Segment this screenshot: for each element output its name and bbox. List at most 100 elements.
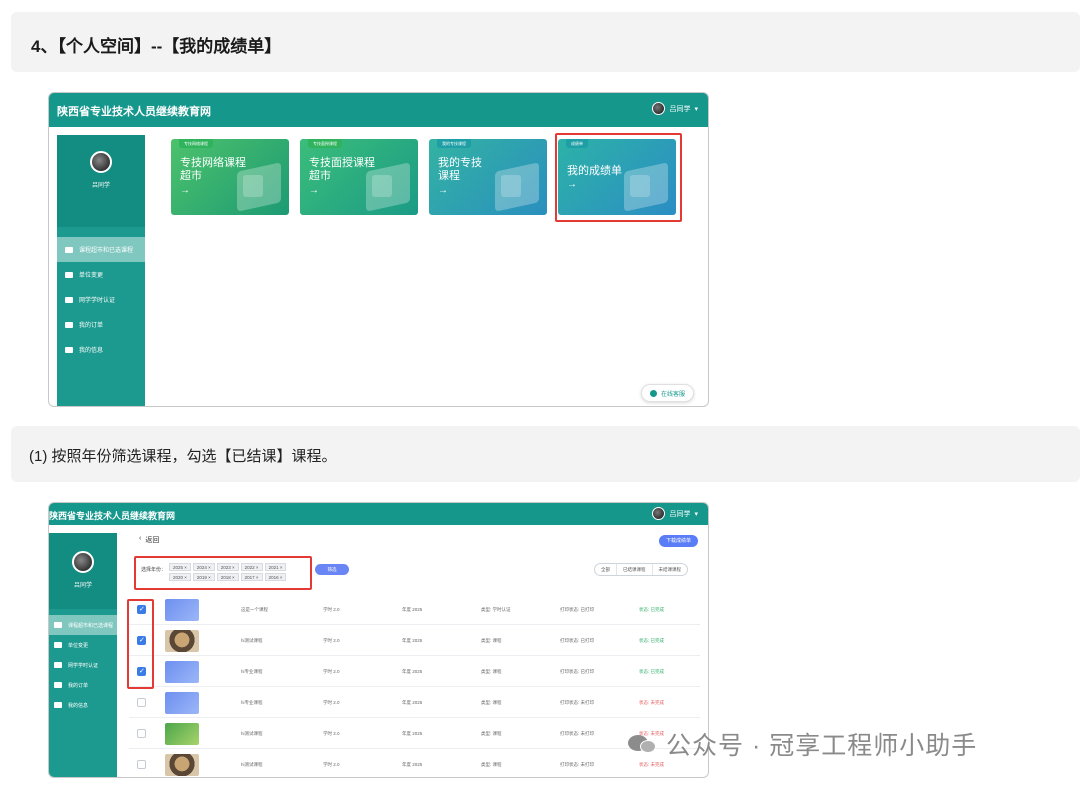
step-heading: 4、【个人空间】--【我的成绩单】 — [11, 12, 1080, 72]
folder-icon — [54, 662, 62, 668]
course-hours: 学时 2.0 — [323, 731, 340, 736]
back-button[interactable]: ‹ 返回 — [139, 535, 159, 545]
user-name: 吕同学 — [669, 510, 691, 518]
sidebar-item-unit-change[interactable]: 单位变更 — [57, 262, 145, 287]
chevron-left-icon: ‹ — [139, 535, 142, 542]
course-thumbnail — [165, 661, 199, 683]
course-status: 状态: 未完成 — [639, 762, 665, 767]
course-year: 年度 2025 — [402, 669, 423, 674]
sidebar-profile: 吕同学 — [49, 533, 117, 609]
print-status: 打印状态: 未打印 — [560, 762, 594, 767]
table-row: hi测试课程 学时 2.0 年度 2025 类型: 课程 打印状态: 未打印 状态: 未完… — [129, 750, 700, 777]
portal-screenshot: 陕西省专业技术人员继续教育网 吕同学 ▾ 吕同学 课程超市和已选课程 单位变更 … — [48, 92, 709, 407]
row-checkbox[interactable] — [137, 698, 146, 707]
course-year: 年度 2025 — [402, 607, 423, 612]
course-thumbnail — [165, 723, 199, 745]
status-segmented-control: 全部 已结课课程 未结课课程 — [594, 563, 688, 576]
avatar-icon — [652, 507, 666, 520]
course-thumbnail — [165, 599, 199, 621]
card-my-courses[interactable]: 我的专技课程 我的专技课程 → — [429, 139, 547, 215]
course-name: 这是一个课程 — [241, 607, 268, 612]
user-menu[interactable]: 吕同学 ▾ — [652, 102, 698, 115]
print-status: 打印状态: 已打印 — [560, 669, 594, 674]
highlight-box — [134, 556, 312, 590]
print-status: 打印状态: 未打印 — [560, 731, 594, 736]
print-status: 打印状态: 已打印 — [560, 607, 594, 612]
segment-finished[interactable]: 已结课课程 — [617, 564, 653, 575]
table-row: hi专业课程 学时 2.0 年度 2025 类型: 课程 打印状态: 已打印 状态: 已完… — [129, 657, 700, 687]
sidebar-item-unit-change[interactable]: 单位变更 — [49, 635, 117, 655]
sidebar-item-hours-cert[interactable]: 网学学时认证 — [57, 287, 145, 312]
course-hours: 学时 2.0 — [323, 700, 340, 705]
arrow-right-icon: → — [309, 185, 319, 196]
course-status: 状态: 未完成 — [639, 700, 665, 705]
table-row: 这是一个课程 学时 2.0 年度 2025 类型: 学时认证 打印状态: 已打印 状态: … — [129, 595, 700, 625]
sidebar-item-courses[interactable]: 课程超市和已选课程 — [49, 615, 117, 635]
card-title: 我的专技课程 — [438, 157, 482, 182]
segment-unfinished[interactable]: 未结课课程 — [653, 564, 688, 575]
segment-all[interactable]: 全部 — [595, 564, 617, 575]
row-checkbox[interactable] — [137, 760, 146, 769]
online-service-button[interactable]: 在线客服 — [640, 384, 694, 402]
folder-icon — [54, 642, 62, 648]
course-status: 状态: 已完成 — [639, 638, 665, 643]
print-status: 打印状态: 已打印 — [560, 638, 594, 643]
course-year: 年度 2025 — [402, 700, 423, 705]
folder-icon — [54, 702, 62, 708]
sidebar-item-hours-cert[interactable]: 网学学时认证 — [49, 655, 117, 675]
card-online-course-market[interactable]: 专技网络课程 专技网络课程超市 → — [171, 139, 289, 215]
sidebar-item-orders[interactable]: 我的订单 — [49, 675, 117, 695]
arrow-right-icon: → — [438, 185, 448, 196]
card-offline-course-market[interactable]: 专技面授课程 专技面授课程超市 → — [300, 139, 418, 215]
card-tag: 专技网络课程 — [179, 139, 213, 148]
sidebar-item-orders[interactable]: 我的订单 — [57, 312, 145, 337]
course-thumbnail — [165, 630, 199, 652]
course-type: 类型: 课程 — [481, 638, 502, 643]
step-heading-text: 4、【个人空间】--【我的成绩单】 — [31, 37, 282, 56]
avatar-icon — [652, 102, 666, 115]
folder-icon — [65, 296, 73, 303]
watermark-text: 公众号 · 冠享工程师小助手 — [666, 732, 978, 760]
transcript-screenshot: 陕西省专业技术人员继续教育网 吕同学 ▾ 吕同学 课程超市和已选课程 单位变更 … — [48, 502, 709, 778]
portal-topbar: 陕西省专业技术人员继续教育网 吕同学 ▾ — [49, 93, 708, 127]
folder-icon — [65, 346, 73, 353]
course-status: 状态: 已完成 — [639, 607, 665, 612]
sidebar-item-profile[interactable]: 我的信息 — [57, 337, 145, 362]
filter-button[interactable]: 筛选 — [315, 564, 349, 575]
course-year: 年度 2025 — [402, 731, 423, 736]
course-name: hi专业课程 — [241, 700, 263, 705]
download-transcript-button[interactable]: 下载成绩单 — [658, 535, 698, 547]
course-status: 状态: 已完成 — [639, 669, 665, 674]
course-name: hi专业课程 — [241, 669, 263, 674]
user-menu[interactable]: 吕同学 ▾ — [652, 507, 698, 520]
watermark: 公众号 · 冠享工程师小助手 — [628, 726, 977, 762]
folder-icon — [65, 246, 73, 253]
highlight-box — [127, 599, 154, 689]
course-name: hi测试课程 — [241, 638, 263, 643]
sidebar-item-courses[interactable]: 课程超市和已选课程 — [57, 237, 145, 262]
course-hours: 学时 2.0 — [323, 638, 340, 643]
course-year: 年度 2025 — [402, 638, 423, 643]
instruction-note: (1) 按照年份筛选课程，勾选【已结课】课程。 — [11, 426, 1080, 482]
site-name: 陕西省专业技术人员继续教育网 — [49, 511, 176, 521]
article-page: 4、【个人空间】--【我的成绩单】 陕西省专业技术人员继续教育网 吕同学 ▾ 吕… — [0, 0, 1080, 786]
row-checkbox[interactable] — [137, 729, 146, 738]
course-name: hi测试课程 — [241, 762, 263, 767]
table-row: hi测试课程 学时 2.0 年度 2025 类型: 课程 打印状态: 已打印 状态: 已完… — [129, 626, 700, 656]
portal-sidebar: 吕同学 课程超市和已选课程 单位变更 网学学时认证 我的订单 我的信息 — [57, 135, 145, 406]
card-illustration — [243, 175, 263, 197]
folder-icon — [65, 321, 73, 328]
card-illustration — [501, 175, 521, 197]
course-name: hi测试课程 — [241, 731, 263, 736]
course-type: 类型: 课程 — [481, 731, 502, 736]
course-thumbnail — [165, 692, 199, 714]
course-year: 年度 2025 — [402, 762, 423, 767]
print-status: 打印状态: 未打印 — [560, 700, 594, 705]
folder-icon — [54, 682, 62, 688]
sidebar-user-name: 吕同学 — [91, 183, 110, 189]
course-hours: 学时 2.0 — [323, 669, 340, 674]
sidebar-item-profile[interactable]: 我的信息 — [49, 695, 117, 715]
sidebar-profile: 吕同学 — [57, 135, 145, 227]
folder-icon — [54, 622, 62, 628]
table-row: hi专业课程 学时 2.0 年度 2025 类型: 课程 打印状态: 未打印 状态: 未完… — [129, 688, 700, 718]
